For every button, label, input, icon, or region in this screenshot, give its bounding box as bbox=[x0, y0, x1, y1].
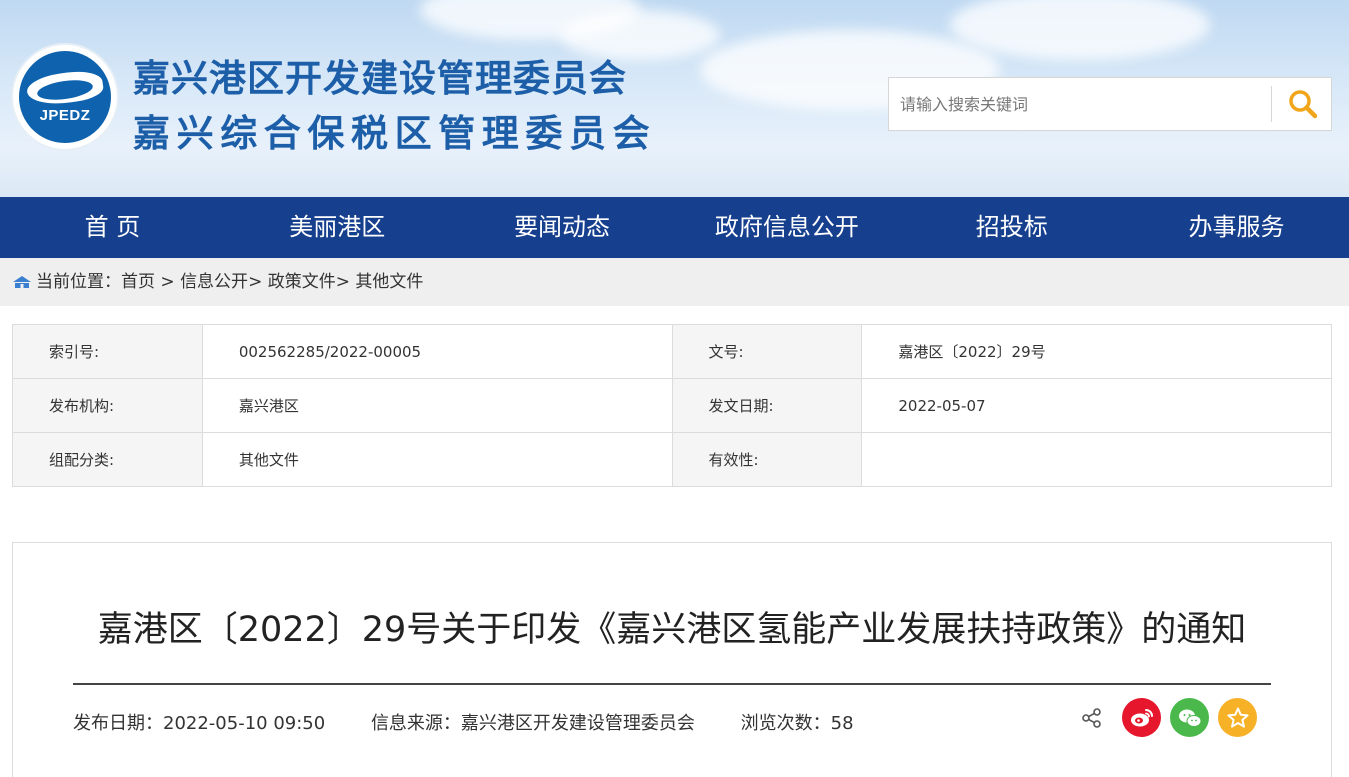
search-divider bbox=[1271, 86, 1272, 122]
doc-number-value: 嘉港区〔2022〕29号 bbox=[861, 324, 1332, 379]
breadcrumb-separator: > bbox=[335, 272, 356, 292]
breadcrumb-home[interactable]: 首页 bbox=[121, 258, 155, 306]
breadcrumb-other-docs[interactable]: 其他文件 bbox=[355, 258, 423, 306]
nav-item-bidding[interactable]: 招投标 bbox=[899, 197, 1124, 258]
share-weibo-button[interactable] bbox=[1122, 698, 1161, 737]
publisher-value: 嘉兴港区 bbox=[201, 378, 673, 433]
logo-text: JPEDZ bbox=[39, 107, 91, 124]
site-header: JPEDZ 嘉兴港区开发建设管理委员会 嘉兴综合保税区管理委员会 bbox=[0, 0, 1349, 197]
table-row: 索引号: 002562285/2022-00005 文号: 嘉港区〔2022〕2… bbox=[12, 324, 1332, 379]
breadcrumb-separator: > bbox=[155, 272, 181, 292]
share-wechat-button[interactable] bbox=[1170, 698, 1209, 737]
table-row: 发布机构: 嘉兴港区 发文日期: 2022-05-07 bbox=[12, 378, 1332, 433]
issue-date-value: 2022-05-07 bbox=[861, 378, 1332, 433]
share-icon[interactable] bbox=[1081, 707, 1103, 729]
wechat-icon bbox=[1178, 709, 1201, 727]
nav-item-services[interactable]: 办事服务 bbox=[1124, 197, 1349, 258]
nav-item-beautiful-port[interactable]: 美丽港区 bbox=[225, 197, 450, 258]
info-source: 信息来源：嘉兴港区开发建设管理委员会 bbox=[370, 713, 695, 734]
nav-item-news[interactable]: 要闻动态 bbox=[450, 197, 675, 258]
article-panel: 嘉港区〔2022〕29号关于印发《嘉兴港区氢能产业发展扶持政策》的通知 发布日期… bbox=[12, 542, 1332, 777]
breadcrumb-info-public[interactable]: 信息公开 bbox=[180, 258, 248, 306]
validity-value bbox=[861, 432, 1332, 487]
breadcrumb: 当前位置： 首页 > 信息公开 > 政策文件 > 其他文件 bbox=[12, 258, 423, 306]
site-title-line1: 嘉兴港区开发建设管理委员会 bbox=[133, 57, 627, 100]
cloud-decoration bbox=[950, 0, 1210, 60]
search-box bbox=[888, 77, 1332, 131]
article-meta: 发布日期：2022-05-10 09:50 信息来源：嘉兴港区开发建设管理委员会… bbox=[73, 709, 894, 735]
validity-label: 有效性: bbox=[671, 432, 863, 487]
issue-date-label: 发文日期: bbox=[671, 378, 863, 433]
view-count: 浏览次数：58 bbox=[740, 713, 854, 734]
table-row: 组配分类: 其他文件 有效性: bbox=[12, 432, 1332, 487]
breadcrumb-prefix: 当前位置： bbox=[36, 272, 121, 292]
category-label: 组配分类: bbox=[12, 432, 203, 487]
star-icon bbox=[1226, 707, 1249, 728]
title-divider bbox=[73, 683, 1271, 685]
index-number-value: 002562285/2022-00005 bbox=[201, 324, 673, 379]
publisher-label: 发布机构: bbox=[12, 378, 203, 433]
logo-emblem: JPEDZ bbox=[19, 51, 111, 143]
index-number-label: 索引号: bbox=[12, 324, 203, 379]
site-logo[interactable]: JPEDZ bbox=[13, 45, 117, 149]
search-button[interactable] bbox=[1285, 87, 1321, 123]
breadcrumb-separator: > bbox=[248, 272, 268, 292]
share-bar bbox=[1081, 698, 1257, 737]
article-title: 嘉港区〔2022〕29号关于印发《嘉兴港区氢能产业发展扶持政策》的通知 bbox=[97, 610, 1247, 650]
search-icon bbox=[1289, 90, 1318, 119]
nav-item-gov-info[interactable]: 政府信息公开 bbox=[674, 197, 899, 258]
favorite-button[interactable] bbox=[1218, 698, 1257, 737]
nav-item-home[interactable]: 首 页 bbox=[0, 197, 225, 258]
home-icon bbox=[13, 276, 31, 288]
main-nav: 首 页 美丽港区 要闻动态 政府信息公开 招投标 办事服务 bbox=[0, 197, 1349, 258]
publish-date: 发布日期：2022-05-10 09:50 bbox=[73, 713, 326, 734]
breadcrumb-policy-docs[interactable]: 政策文件 bbox=[268, 258, 336, 306]
doc-number-label: 文号: bbox=[671, 324, 863, 379]
document-info-table: 索引号: 002562285/2022-00005 文号: 嘉港区〔2022〕2… bbox=[12, 324, 1332, 487]
site-title-line2: 嘉兴综合保税区管理委员会 bbox=[133, 112, 657, 155]
weibo-icon bbox=[1130, 708, 1153, 726]
category-value: 其他文件 bbox=[201, 432, 673, 487]
breadcrumb-bar: 当前位置： 首页 > 信息公开 > 政策文件 > 其他文件 bbox=[0, 258, 1349, 306]
search-input[interactable] bbox=[889, 78, 1269, 130]
